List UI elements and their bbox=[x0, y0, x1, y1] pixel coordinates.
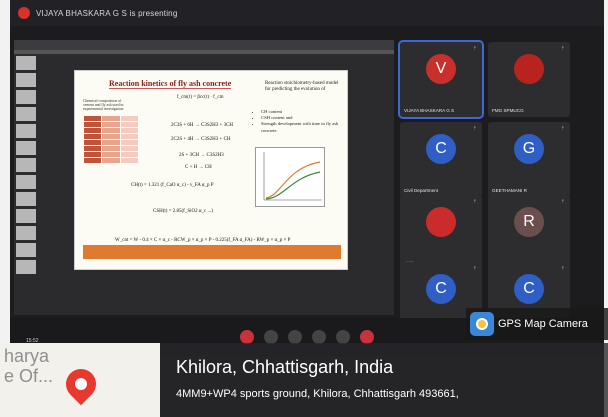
mic-icon: ⇡ bbox=[560, 46, 565, 52]
participant-tile[interactable]: ⇡akil kannan bbox=[400, 195, 482, 270]
slide-formula: f_cm(t) = βcc(t) · f_cm bbox=[177, 95, 224, 100]
participant-name: GEETHAMANI R bbox=[492, 188, 527, 193]
slide-title: Reaction kinetics of fly ash concrete bbox=[109, 79, 232, 89]
participant-tile[interactable]: ⇡ FMG SPMUCG bbox=[488, 42, 570, 117]
bullet-item: Strength development with time in fly as… bbox=[261, 121, 341, 133]
mic-icon: ⇡ bbox=[560, 126, 565, 132]
video-button[interactable] bbox=[264, 330, 278, 344]
participant-name: Civil Department bbox=[404, 188, 438, 193]
presenter-banner: VIJAYA BHASKARA G S is presenting bbox=[36, 8, 178, 18]
chat-button[interactable] bbox=[336, 330, 350, 344]
mic-icon: ⇡ bbox=[472, 199, 477, 205]
shared-screen: Reaction kinetics of fly ash concrete f_… bbox=[14, 40, 394, 315]
ppt-titlebar bbox=[14, 40, 394, 50]
equation: 2S + 3CH → C3S2H3 bbox=[179, 153, 224, 158]
location-address: 4MM9+WP4 sports ground, Khilora, Chhatti… bbox=[176, 388, 459, 400]
map-place-label: harya e Of... bbox=[4, 346, 54, 386]
model-bullets: CH content CSH content and Strength deve… bbox=[253, 109, 341, 134]
participant-name: VIJAYA BHASKARA G S bbox=[404, 108, 455, 113]
composition-table bbox=[82, 115, 140, 164]
equation: 2C2S + 4H → C3S2H3 + CH bbox=[171, 137, 231, 142]
map-thumbnail: harya e Of... bbox=[0, 343, 160, 417]
slide-footer-bar bbox=[83, 245, 341, 259]
participant-name: FMG SPMUCG bbox=[492, 108, 524, 113]
equation: 2C3S + 6H → C3S2H3 + 3CH bbox=[171, 123, 234, 128]
equation: C + H → CH bbox=[185, 165, 212, 170]
avatar: G bbox=[514, 134, 544, 164]
mic-icon: ⇡ bbox=[472, 46, 477, 52]
location-info: Khilora, Chhattisgarh, India 4MM9+WP4 sp… bbox=[160, 343, 608, 417]
avatar bbox=[514, 54, 544, 84]
mic-icon: ⇡ bbox=[472, 266, 477, 272]
participant-tile[interactable]: G ⇡ GEETHAMANI R bbox=[488, 122, 570, 197]
location-city: Khilora, Chhattisgarh, India bbox=[176, 357, 394, 377]
avatar: R bbox=[514, 207, 544, 237]
slide-thumbnails[interactable] bbox=[16, 56, 36, 306]
mic-icon: ⇡ bbox=[472, 126, 477, 132]
avatar: V bbox=[426, 54, 456, 84]
mute-button[interactable] bbox=[240, 330, 254, 344]
share-button[interactable] bbox=[312, 330, 326, 344]
participants-button[interactable] bbox=[288, 330, 302, 344]
strength-chart bbox=[255, 147, 325, 207]
presenter-bar: VIJAYA BHASKARA G S is presenting bbox=[10, 0, 604, 26]
mic-icon: ⇡ bbox=[560, 199, 565, 205]
avatar: C bbox=[514, 274, 544, 304]
participant-tile[interactable]: C ⇡ Civil Department bbox=[400, 122, 482, 197]
gps-app-badge: GPS Map Camera bbox=[466, 308, 608, 340]
leave-button[interactable] bbox=[360, 330, 374, 344]
avatar: C bbox=[426, 134, 456, 164]
table-caption: Chemical composition of cement and fly a… bbox=[83, 99, 124, 111]
participant-tile[interactable]: V ⇡ VIJAYA BHASKARA G S bbox=[398, 40, 484, 119]
ppt-ribbon bbox=[14, 50, 394, 54]
model-title: Reaction stoichiometry-based model for p… bbox=[265, 81, 339, 92]
equation: W_cnt = W - 0.4 × C × α_c - RCW_p × α_p … bbox=[115, 238, 291, 243]
avatar: C bbox=[426, 274, 456, 304]
gps-app-name: GPS Map Camera bbox=[498, 318, 588, 330]
record-icon bbox=[18, 7, 30, 19]
participant-tile[interactable]: R⇡R.SENTHIL KUMAR HICE... bbox=[488, 195, 570, 270]
gps-camera-icon bbox=[470, 312, 494, 336]
location-pin-icon bbox=[59, 362, 103, 406]
presentation-slide: Reaction kinetics of fly ash concrete f_… bbox=[74, 70, 348, 270]
avatar bbox=[426, 207, 456, 237]
mic-icon: ⇡ bbox=[560, 266, 565, 272]
equation: CSH(t) = 2.85(f_SiO2 α_c ...) bbox=[153, 209, 213, 214]
equation: CH(t) = 1.321 (f_CaO α_c) - v_FA α_p P bbox=[131, 183, 214, 188]
